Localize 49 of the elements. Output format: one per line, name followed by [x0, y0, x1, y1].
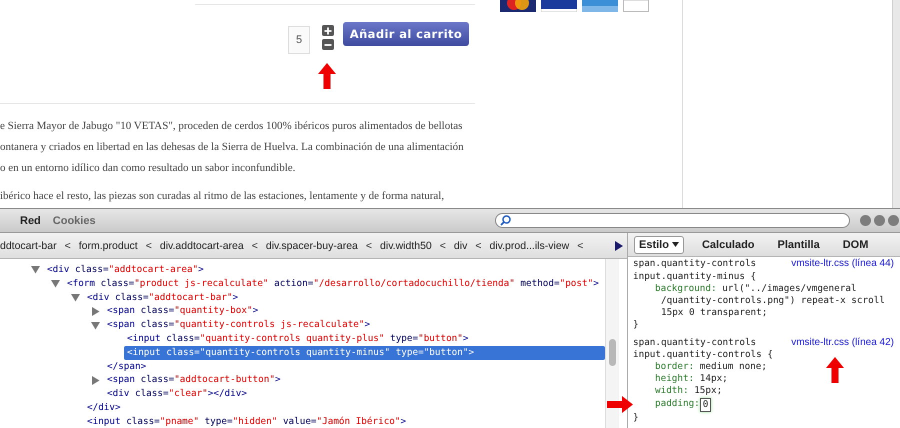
breadcrumb-separator: <: [252, 240, 258, 252]
html-source-line[interactable]: <span class="quantity-controls js-recalculate">: [104, 318, 605, 332]
side-panel-tab[interactable]: DOM: [838, 236, 874, 254]
breadcrumb-item[interactable]: div.addtocart-area: [160, 240, 244, 252]
html-source-line[interactable]: <input class="pname" type="hidden" value="Jamón Ibérico">: [84, 414, 605, 428]
html-source-line[interactable]: <span class="quantity-box">: [104, 304, 605, 318]
breadcrumb-separator: <: [440, 240, 446, 252]
breadcrumb-item[interactable]: div.width50: [380, 240, 432, 252]
css-declaration: height: 14px;: [654, 373, 729, 386]
css-declaration: background: url("../images/vmgeneral /quantity-controls.png") repeat-x scroll 15px 0 transparent;: [654, 282, 886, 320]
html-source-line[interactable]: <div class="addtocart-area">: [44, 263, 605, 277]
html-source-line[interactable]: <div class="clear"></div>: [104, 387, 605, 401]
quantity-field[interactable]: 5: [288, 26, 310, 54]
html-source-line[interactable]: <input class="quantity-controls quantity-plus" type="button">: [124, 332, 605, 346]
breadcrumb-item[interactable]: div.prod...ils-view: [490, 240, 570, 252]
css-declaration: width: 15px;: [654, 385, 724, 398]
html-source-line[interactable]: <span class="addtocart-button">: [104, 373, 605, 388]
add-to-cart-button[interactable]: Añadir al carrito: [343, 22, 469, 46]
panel-tab[interactable]: Red: [20, 214, 41, 226]
breadcrumb-item[interactable]: form.product: [78, 240, 138, 252]
description-paragraph: ibérico hace el resto, las piezas son curadas al ritmo de las estaciones, lentamente y de forma natural,: [0, 189, 444, 204]
css-rule-brace: }: [633, 412, 640, 424]
breadcrumb-separator: <: [146, 240, 152, 252]
html-source-line[interactable]: <div class="addtocart-bar">: [84, 290, 605, 304]
css-selector: span.quantity-controls: [633, 258, 756, 271]
html-source-line[interactable]: </div>: [84, 400, 605, 415]
css-selector: span.quantity-controls: [633, 336, 756, 349]
breadcrumb-item[interactable]: div.spacer-buy-area: [266, 240, 358, 252]
stylesheet-link[interactable]: vmsite-ltr.css (línea 42): [791, 336, 894, 349]
stylesheet-link[interactable]: vmsite-ltr.css (línea 44): [791, 258, 894, 271]
description-paragraph: e Sierra Mayor de Jabugo "10 VETAS", proceden de cerdos 100% ibéricos puros alimentados de bellotas ontanera y criados en libertad en las dehesas de la Sierra de Huelva. La combinación de una alimentación o en un entorno idílico dan como resultado un sabor inconfundible.: [0, 119, 464, 176]
side-panel-tab[interactable]: Plantilla: [772, 236, 825, 254]
breadcrumb-item[interactable]: ddtocart-bar: [0, 240, 57, 252]
html-source-line[interactable]: </span>: [104, 360, 605, 374]
side-panel-tab[interactable]: Estilo: [634, 236, 684, 254]
css-selector: input.quantity-minus {: [633, 270, 756, 283]
css-declaration: border: medium none;: [654, 360, 768, 374]
css-rule-brace: }: [633, 319, 640, 332]
breadcrumb-separator: <: [366, 240, 372, 252]
breadcrumb-separator: <: [577, 240, 584, 252]
breadcrumb-separator: <: [475, 240, 482, 252]
css-property-name: padding:: [655, 398, 700, 411]
breadcrumb-item[interactable]: div: [454, 240, 468, 252]
panel-tab[interactable]: Cookies: [52, 214, 96, 226]
css-value-field[interactable]: 0: [700, 398, 712, 412]
breadcrumb-separator: <: [64, 240, 71, 252]
css-selector: input.quantity-controls {: [633, 348, 773, 361]
html-source-line[interactable]: <form class="product js-recalculate" action="/desarrollo/cortadocuchillo/tienda" method="post">: [64, 276, 605, 291]
side-panel-tab[interactable]: Calculado: [696, 236, 760, 254]
